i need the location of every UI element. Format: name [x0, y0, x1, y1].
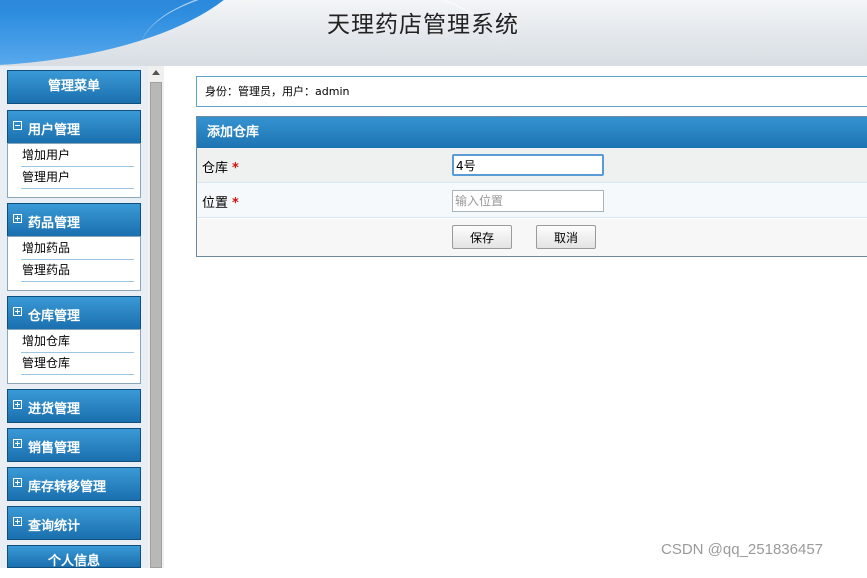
sidebar-personal-info[interactable]: 个人信息: [7, 545, 141, 569]
warehouse-label: 仓库 *: [202, 157, 239, 176]
save-button[interactable]: 保存: [452, 225, 512, 249]
form-row-warehouse: 仓库 *: [197, 148, 867, 183]
location-input[interactable]: [452, 190, 604, 212]
scrollbar-thumb[interactable]: [150, 82, 162, 568]
form-row-location: 位置 *: [197, 183, 867, 218]
expand-icon: [13, 517, 22, 526]
sidebar-item-manage-warehouse[interactable]: 管理仓库: [21, 352, 134, 375]
app-header: 天理药店管理系统: [0, 0, 867, 66]
sidebar-item-manage-drug[interactable]: 管理药品: [21, 259, 134, 282]
form-title: 添加仓库: [197, 117, 867, 148]
sidebar-group-query-statistics[interactable]: 查询统计: [7, 506, 141, 540]
location-label: 位置 *: [202, 192, 239, 211]
group-label: 查询统计: [28, 519, 81, 534]
sidebar-item-add-warehouse[interactable]: 增加仓库: [21, 330, 134, 353]
identity-bar: 身份：管理员，用户：admin: [196, 76, 867, 107]
required-mark: *: [232, 161, 239, 176]
scroll-up-arrow-icon[interactable]: [152, 70, 160, 75]
collapse-icon: [13, 121, 22, 130]
warehouse-input[interactable]: [452, 154, 604, 176]
expand-icon: [13, 439, 22, 448]
menu-title: 管理菜单: [7, 70, 141, 104]
sidebar-group-items: 增加药品 管理药品: [7, 236, 141, 291]
expand-icon: [13, 214, 22, 223]
sidebar-item-manage-user[interactable]: 管理用户: [21, 166, 134, 189]
expand-icon: [13, 478, 22, 487]
sidebar-group-purchase-management[interactable]: 进货管理: [7, 389, 141, 423]
group-label: 销售管理: [28, 441, 81, 456]
sidebar-group-user-management[interactable]: 用户管理: [7, 110, 141, 144]
menu-title-label: 管理菜单: [47, 79, 100, 94]
warehouse-label-text: 仓库: [202, 161, 229, 176]
add-warehouse-form: 添加仓库 仓库* 位置* 保存 取消: [196, 116, 867, 257]
sidebar-item-add-drug[interactable]: 增加药品: [21, 237, 134, 260]
sidebar-group-drug-management[interactable]: 药品管理: [7, 203, 141, 237]
sidebar-group-items: 增加用户 管理用户: [7, 143, 141, 198]
group-label: 药品管理: [28, 216, 81, 231]
group-label: 仓库管理: [28, 309, 81, 324]
location-label-text: 位置: [202, 196, 229, 211]
expand-icon: [13, 400, 22, 409]
group-label: 进货管理: [28, 402, 81, 417]
group-label: 用户管理: [28, 123, 81, 138]
expand-icon: [13, 307, 22, 316]
app-title: 天理药店管理系统: [327, 12, 519, 38]
sidebar-group-items: 增加仓库 管理仓库: [7, 329, 141, 384]
personal-info-label: 个人信息: [47, 554, 100, 569]
sidebar-item-add-user[interactable]: 增加用户: [21, 144, 134, 167]
group-label: 库存转移管理: [28, 480, 107, 495]
sidebar-group-sales-management[interactable]: 销售管理: [7, 428, 141, 462]
sidebar-group-warehouse-management[interactable]: 仓库管理: [7, 296, 141, 330]
watermark: CSDN @qq_251836457: [661, 541, 824, 558]
required-mark: *: [232, 196, 239, 211]
sidebar-group-stock-transfer[interactable]: 库存转移管理: [7, 467, 141, 501]
form-row-actions: 保存 取消: [197, 219, 867, 256]
cancel-button[interactable]: 取消: [536, 225, 596, 249]
